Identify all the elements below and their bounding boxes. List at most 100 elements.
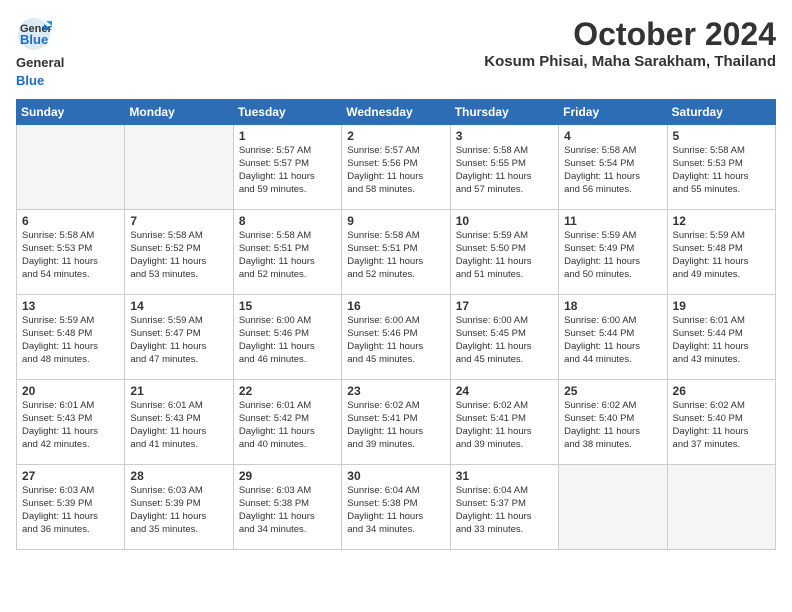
day-number: 3 [456,129,553,143]
calendar-cell: 14 Sunrise: 5:59 AM Sunset: 5:47 PM Dayli… [125,295,233,380]
day-info: Sunrise: 6:01 AM Sunset: 5:42 PM Dayligh… [239,400,336,451]
header-tuesday: Tuesday [233,100,341,125]
calendar-cell: 20 Sunrise: 6:01 AM Sunset: 5:43 PM Dayli… [17,380,125,465]
day-info: Sunrise: 5:59 AM Sunset: 5:47 PM Dayligh… [130,315,227,366]
day-info: Sunrise: 5:58 AM Sunset: 5:53 PM Dayligh… [22,230,119,281]
day-number: 5 [673,129,770,143]
calendar-cell: 7Sunrise: 5:58 AM Sunset: 5:52 PM Daylig… [125,210,233,295]
calendar-cell: 30 Sunrise: 6:04 AM Sunset: 5:38 PM Dayli… [342,465,450,550]
day-number: 30 [347,469,444,483]
day-info: Sunrise: 6:01 AM Sunset: 5:43 PM Dayligh… [22,400,119,451]
calendar-cell: 19 Sunrise: 6:01 AM Sunset: 5:44 PM Dayli… [667,295,775,380]
day-number: 8 [239,214,336,228]
calendar-cell: 22 Sunrise: 6:01 AM Sunset: 5:42 PM Dayli… [233,380,341,465]
day-info: Sunrise: 5:58 AM Sunset: 5:51 PM Dayligh… [239,230,336,281]
day-number: 9 [347,214,444,228]
calendar-cell: 21 Sunrise: 6:01 AM Sunset: 5:43 PM Dayli… [125,380,233,465]
day-info: Sunrise: 6:02 AM Sunset: 5:41 PM Dayligh… [347,400,444,451]
day-info: Sunrise: 5:59 AM Sunset: 5:48 PM Dayligh… [673,230,770,281]
header-monday: Monday [125,100,233,125]
day-info: Sunrise: 6:00 AM Sunset: 5:46 PM Dayligh… [239,315,336,366]
calendar-cell: 9 Sunrise: 5:58 AM Sunset: 5:51 PM Daylig… [342,210,450,295]
calendar-cell: 13 Sunrise: 5:59 AM Sunset: 5:48 PM Dayli… [17,295,125,380]
week-row-1: 6 Sunrise: 5:58 AM Sunset: 5:53 PM Daylig… [17,210,776,295]
day-number: 1 [239,129,336,143]
calendar-cell: 24 Sunrise: 6:02 AM Sunset: 5:41 PM Dayli… [450,380,558,465]
day-number: 27 [22,469,119,483]
calendar-cell: 8 Sunrise: 5:58 AM Sunset: 5:51 PM Daylig… [233,210,341,295]
day-info: Sunrise: 6:02 AM Sunset: 5:41 PM Dayligh… [456,400,553,451]
day-number: 6 [22,214,119,228]
calendar-cell: 2Sunrise: 5:57 AM Sunset: 5:56 PM Daylig… [342,125,450,210]
day-info: Sunrise: 5:59 AM Sunset: 5:49 PM Dayligh… [564,230,661,281]
calendar-cell [559,465,667,550]
day-info: Sunrise: 6:03 AM Sunset: 5:38 PM Dayligh… [239,485,336,536]
calendar-cell [17,125,125,210]
day-info: Sunrise: 6:04 AM Sunset: 5:38 PM Dayligh… [347,485,444,536]
calendar-cell [125,125,233,210]
calendar-cell: 15 Sunrise: 6:00 AM Sunset: 5:46 PM Dayli… [233,295,341,380]
day-number: 18 [564,299,661,313]
calendar-table: SundayMondayTuesdayWednesdayThursdayFrid… [16,99,776,550]
header-sunday: Sunday [17,100,125,125]
day-info: Sunrise: 6:03 AM Sunset: 5:39 PM Dayligh… [130,485,227,536]
day-number: 19 [673,299,770,313]
week-row-0: 1 Sunrise: 5:57 AM Sunset: 5:57 PM Daylig… [17,125,776,210]
calendar-cell: 31Sunrise: 6:04 AM Sunset: 5:37 PM Dayli… [450,465,558,550]
day-number: 15 [239,299,336,313]
day-info: Sunrise: 6:01 AM Sunset: 5:44 PM Dayligh… [673,315,770,366]
header-wednesday: Wednesday [342,100,450,125]
day-number: 21 [130,384,227,398]
calendar-cell: 4Sunrise: 5:58 AM Sunset: 5:54 PM Daylig… [559,125,667,210]
day-info: Sunrise: 5:58 AM Sunset: 5:54 PM Dayligh… [564,145,661,196]
day-info: Sunrise: 6:00 AM Sunset: 5:45 PM Dayligh… [456,315,553,366]
calendar-cell: 5Sunrise: 5:58 AM Sunset: 5:53 PM Daylig… [667,125,775,210]
calendar-cell: 1 Sunrise: 5:57 AM Sunset: 5:57 PM Daylig… [233,125,341,210]
day-number: 24 [456,384,553,398]
day-number: 10 [456,214,553,228]
day-info: Sunrise: 5:58 AM Sunset: 5:51 PM Dayligh… [347,230,444,281]
day-number: 20 [22,384,119,398]
calendar-cell [667,465,775,550]
day-info: Sunrise: 5:59 AM Sunset: 5:50 PM Dayligh… [456,230,553,281]
day-number: 11 [564,214,661,228]
week-row-3: 20 Sunrise: 6:01 AM Sunset: 5:43 PM Dayli… [17,380,776,465]
day-info: Sunrise: 6:02 AM Sunset: 5:40 PM Dayligh… [673,400,770,451]
calendar-cell: 25Sunrise: 6:02 AM Sunset: 5:40 PM Dayli… [559,380,667,465]
page-header: General Blue General Blue October 2024 K… [16,16,776,89]
day-number: 31 [456,469,553,483]
week-row-2: 13 Sunrise: 5:59 AM Sunset: 5:48 PM Dayli… [17,295,776,380]
day-number: 7 [130,214,227,228]
day-info: Sunrise: 5:59 AM Sunset: 5:48 PM Dayligh… [22,315,119,366]
calendar-cell: 3 Sunrise: 5:58 AM Sunset: 5:55 PM Daylig… [450,125,558,210]
day-number: 14 [130,299,227,313]
calendar-cell: 28 Sunrise: 6:03 AM Sunset: 5:39 PM Dayli… [125,465,233,550]
day-number: 28 [130,469,227,483]
svg-text:Blue: Blue [20,32,48,47]
day-number: 12 [673,214,770,228]
header-friday: Friday [559,100,667,125]
location-title: Kosum Phisai, Maha Sarakham, Thailand [484,53,776,70]
day-info: Sunrise: 5:57 AM Sunset: 5:56 PM Dayligh… [347,145,444,196]
day-number: 29 [239,469,336,483]
header-row: SundayMondayTuesdayWednesdayThursdayFrid… [17,100,776,125]
calendar-cell: 29 Sunrise: 6:03 AM Sunset: 5:38 PM Dayli… [233,465,341,550]
logo-blue: Blue [16,73,44,88]
day-number: 13 [22,299,119,313]
day-number: 26 [673,384,770,398]
title-block: October 2024 Kosum Phisai, Maha Sarakham… [484,16,776,70]
calendar-cell: 27Sunrise: 6:03 AM Sunset: 5:39 PM Dayli… [17,465,125,550]
day-info: Sunrise: 5:58 AM Sunset: 5:55 PM Dayligh… [456,145,553,196]
calendar-cell: 6 Sunrise: 5:58 AM Sunset: 5:53 PM Daylig… [17,210,125,295]
calendar-cell: 12 Sunrise: 5:59 AM Sunset: 5:48 PM Dayli… [667,210,775,295]
day-number: 25 [564,384,661,398]
day-number: 22 [239,384,336,398]
calendar-cell: 10 Sunrise: 5:59 AM Sunset: 5:50 PM Dayli… [450,210,558,295]
calendar-cell: 18Sunrise: 6:00 AM Sunset: 5:44 PM Dayli… [559,295,667,380]
day-number: 17 [456,299,553,313]
header-thursday: Thursday [450,100,558,125]
day-info: Sunrise: 6:01 AM Sunset: 5:43 PM Dayligh… [130,400,227,451]
calendar-cell: 26 Sunrise: 6:02 AM Sunset: 5:40 PM Dayli… [667,380,775,465]
calendar-cell: 11 Sunrise: 5:59 AM Sunset: 5:49 PM Dayli… [559,210,667,295]
day-info: Sunrise: 5:57 AM Sunset: 5:57 PM Dayligh… [239,145,336,196]
